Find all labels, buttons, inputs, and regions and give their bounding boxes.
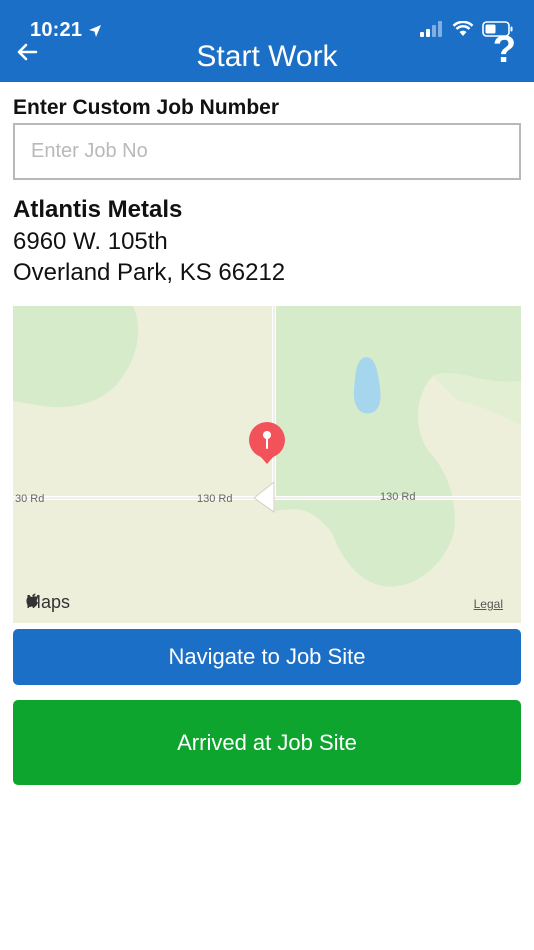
map-graphic (13, 306, 521, 587)
street-address: 6960 W. 105th (13, 228, 168, 255)
company-name: Atlantis Metals (13, 196, 183, 223)
arrived-at-job-site-button[interactable]: Arrived at Job Site (13, 700, 521, 785)
map-location-marker (253, 480, 275, 513)
job-number-label: Enter Custom Job Number (13, 96, 280, 119)
help-button[interactable]: ? (493, 30, 516, 70)
city-state-zip: Overland Park, KS 66212 (13, 259, 286, 286)
map-legal-link[interactable]: Legal (474, 597, 503, 611)
road-label: 130 Rd (380, 491, 416, 503)
road-label: 130 Rd (197, 493, 233, 505)
job-site-map[interactable]: 30 Rd 130 Rd 130 Rd Maps Legal (13, 306, 521, 623)
map-park-area (275, 306, 521, 587)
map-park-area (13, 306, 139, 408)
header-bar: 10:21 Start Work ? (0, 0, 534, 82)
navigate-to-job-site-button[interactable]: Navigate to Job Site (13, 629, 521, 685)
job-number-input[interactable] (13, 123, 521, 180)
maps-logo: Maps (25, 592, 70, 613)
road-label: 30 Rd (15, 493, 45, 505)
start-work-screen: 10:21 Start Work ? Enter Custom Job Numb… (0, 0, 534, 950)
page-title: Start Work (196, 40, 338, 73)
